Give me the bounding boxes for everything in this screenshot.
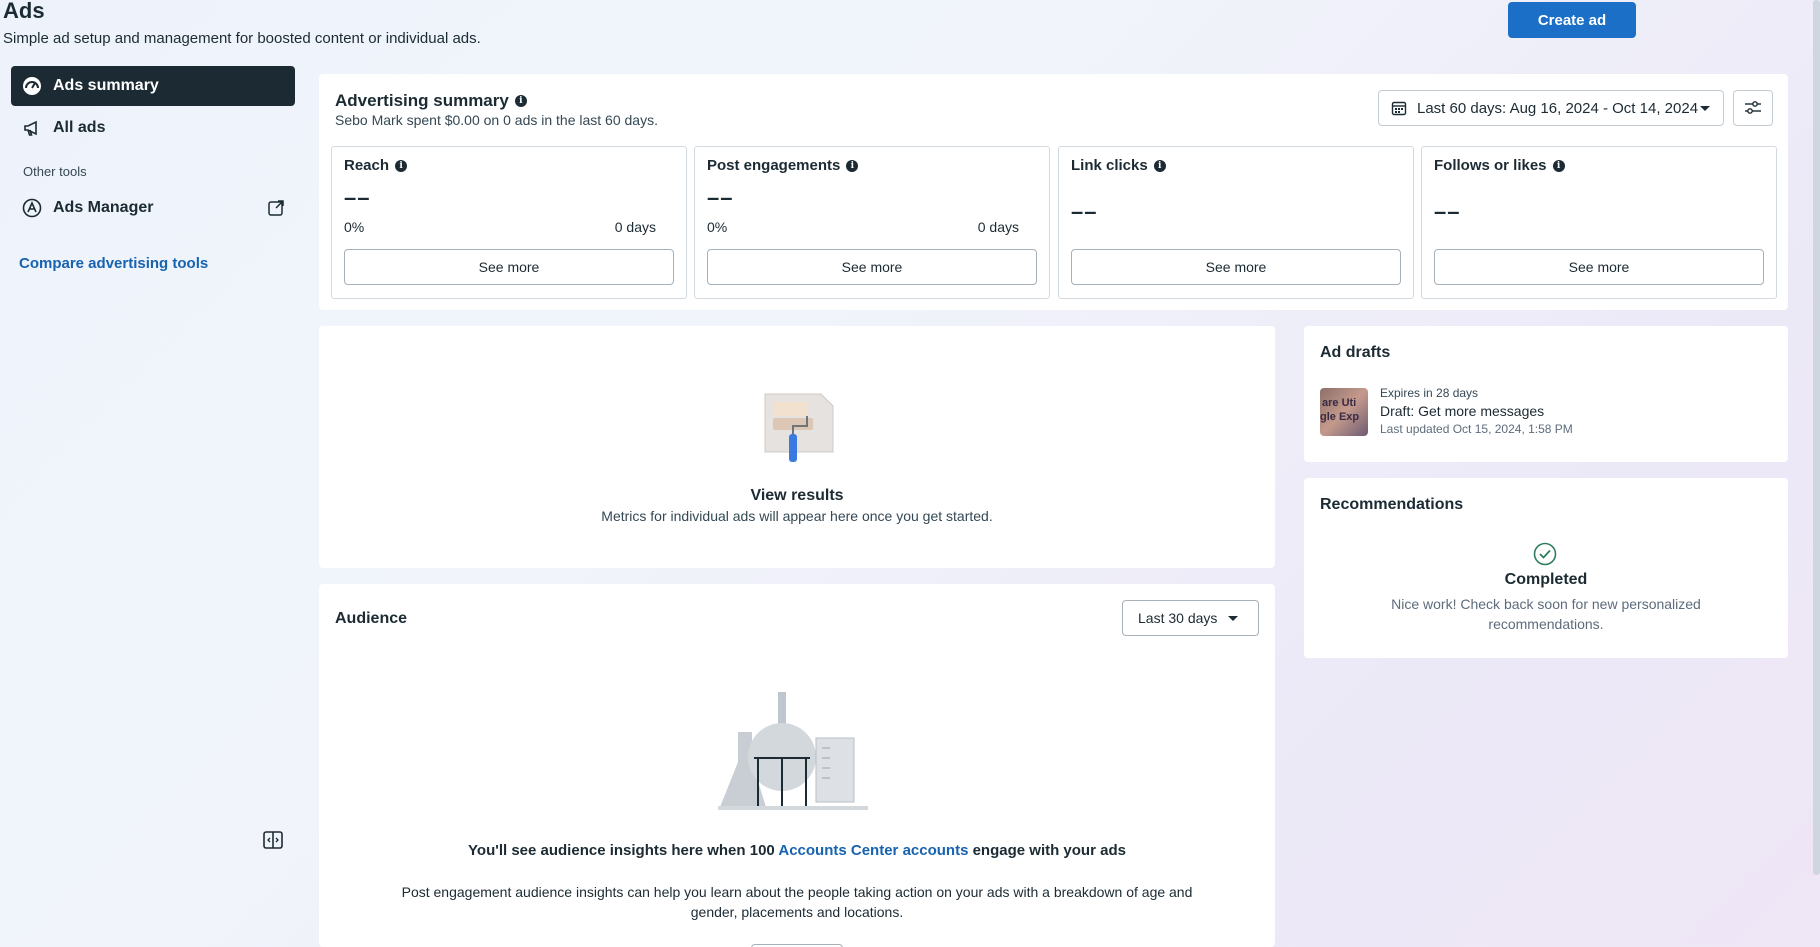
page-title: Ads xyxy=(3,0,45,23)
create-ad-button[interactable]: Create ad xyxy=(1508,2,1636,38)
dashboard-icon xyxy=(21,75,43,97)
page-scrollbar[interactable] xyxy=(1813,0,1820,875)
sidebar-item-label: All ads xyxy=(53,119,106,136)
megaphone-icon xyxy=(21,117,43,139)
info-icon[interactable]: i xyxy=(1552,159,1565,172)
metric-days: 0 days xyxy=(977,219,1019,235)
metric-percent: 0% xyxy=(707,219,728,235)
audience-main-suffix: engage with your ads xyxy=(968,842,1126,859)
ad-drafts-card: Ad drafts are Uti gle Exp Expires in 28 … xyxy=(1304,326,1788,462)
sidebar-item-label: Ads Manager xyxy=(53,199,154,216)
draft-thumbnail-text: gle Exp xyxy=(1320,411,1360,423)
info-icon[interactable]: i xyxy=(514,95,527,107)
metric-title-row: Link clicks i xyxy=(1071,157,1166,174)
summary-subtitle: Sebo Mark spent $0.00 on 0 ads in the la… xyxy=(335,112,658,128)
filter-settings-button[interactable] xyxy=(1733,90,1773,126)
recommendations-title: Recommendations xyxy=(1320,496,1464,513)
summary-title: Advertising summary xyxy=(335,91,509,110)
draft-thumbnail-text: are Uti xyxy=(1322,397,1357,409)
collapse-sidebar-icon[interactable] xyxy=(262,829,284,851)
see-more-button[interactable]: See more xyxy=(1434,249,1764,285)
metric-link-clicks: Link clicks i –– See more xyxy=(1058,146,1414,299)
summary-title-row: Advertising summary i xyxy=(335,91,527,111)
sidebar-item-all-ads[interactable]: All ads xyxy=(11,108,295,148)
results-title: View results xyxy=(750,487,844,504)
sidebar-item-label: Ads summary xyxy=(53,77,159,94)
see-more-button[interactable]: See more xyxy=(707,249,1037,285)
draft-thumbnail[interactable]: are Uti gle Exp xyxy=(1320,388,1368,436)
draft-updated: Last updated Oct 15, 2024, 1:58 PM xyxy=(1380,422,1573,436)
lab-flasks-illustration xyxy=(718,692,878,822)
see-more-button[interactable]: See more xyxy=(1071,249,1401,285)
advertising-summary-card: Advertising summary i Sebo Mark spent $0… xyxy=(319,74,1788,310)
info-icon[interactable]: i xyxy=(1153,159,1166,172)
recommendations-card: Recommendations Completed Nice work! Che… xyxy=(1304,478,1788,658)
metric-value: –– xyxy=(344,185,371,210)
drafts-title: Ad drafts xyxy=(1320,344,1391,361)
sidebar-item-ads-summary[interactable]: Ads summary xyxy=(11,66,295,106)
info-icon[interactable]: i xyxy=(846,159,859,172)
sidebar-item-ads-manager[interactable]: Ads Manager xyxy=(11,188,295,228)
metric-value: –– xyxy=(707,185,734,210)
audience-range-label: Last 30 days xyxy=(1138,610,1218,626)
recommendations-message: Nice work! Check back soon for new perso… xyxy=(1391,596,1701,632)
sliders-icon xyxy=(1744,100,1762,116)
metric-follows-or-likes: Follows or likes i –– See more xyxy=(1421,146,1777,299)
compare-advertising-tools-link[interactable]: Compare advertising tools xyxy=(19,255,208,272)
audience-description: Post engagement audience insights can he… xyxy=(401,884,1193,920)
audience-main-prefix: You'll see audience insights here when 1… xyxy=(468,842,779,859)
other-tools-heading: Other tools xyxy=(23,164,87,179)
calendar-icon xyxy=(1391,100,1407,116)
metric-title: Reach xyxy=(344,157,390,174)
metric-days: 0 days xyxy=(614,219,656,235)
metric-title-row: Post engagements i xyxy=(707,157,859,174)
metric-title: Follows or likes xyxy=(1434,157,1547,174)
draft-name-link[interactable]: Draft: Get more messages xyxy=(1380,403,1544,419)
metric-title-row: Reach i xyxy=(344,157,408,174)
accounts-center-link[interactable]: Accounts Center accounts xyxy=(778,842,968,859)
audience-range-dropdown[interactable]: Last 30 days xyxy=(1122,600,1259,636)
sidebar: Ads summary All ads Other tools Ads Mana… xyxy=(0,60,300,947)
see-more-button[interactable]: See more xyxy=(344,249,674,285)
metric-reach: Reach i –– 0% 0 days See more xyxy=(331,146,687,299)
recommendations-status: Completed xyxy=(1504,571,1588,588)
metric-value: –– xyxy=(1071,199,1098,224)
view-results-card: View results Metrics for individual ads … xyxy=(319,326,1275,568)
audience-card: Audience Last 30 days You'll see audienc… xyxy=(319,584,1275,947)
date-range-label: Last 60 days: Aug 16, 2024 - Oct 14, 202… xyxy=(1417,99,1699,117)
metric-post-engagements: Post engagements i –– 0% 0 days See more xyxy=(694,146,1050,299)
external-link-icon xyxy=(267,199,285,217)
draft-expires: Expires in 28 days xyxy=(1380,386,1479,400)
metric-percent: 0% xyxy=(344,219,365,235)
caret-down-icon xyxy=(1699,100,1711,117)
caret-down-icon xyxy=(1227,610,1239,626)
metric-title: Link clicks xyxy=(1071,157,1148,174)
date-range-dropdown[interactable]: Last 60 days: Aug 16, 2024 - Oct 14, 202… xyxy=(1378,90,1724,126)
ads-manager-icon xyxy=(21,197,43,219)
metric-title-row: Follows or likes i xyxy=(1434,157,1565,174)
audience-main-message: You'll see audience insights here when 1… xyxy=(319,842,1275,859)
page-header: Ads Simple ad setup and management for b… xyxy=(3,0,481,47)
metric-value: –– xyxy=(1434,199,1461,224)
audience-title: Audience xyxy=(335,610,408,627)
metric-title: Post engagements xyxy=(707,157,841,174)
page-subtitle: Simple ad setup and management for boost… xyxy=(3,30,481,47)
info-icon[interactable]: i xyxy=(395,159,408,172)
results-subtitle: Metrics for individual ads will appear h… xyxy=(601,508,993,524)
check-circle-icon xyxy=(1533,542,1557,566)
paint-roller-illustration xyxy=(759,388,839,468)
